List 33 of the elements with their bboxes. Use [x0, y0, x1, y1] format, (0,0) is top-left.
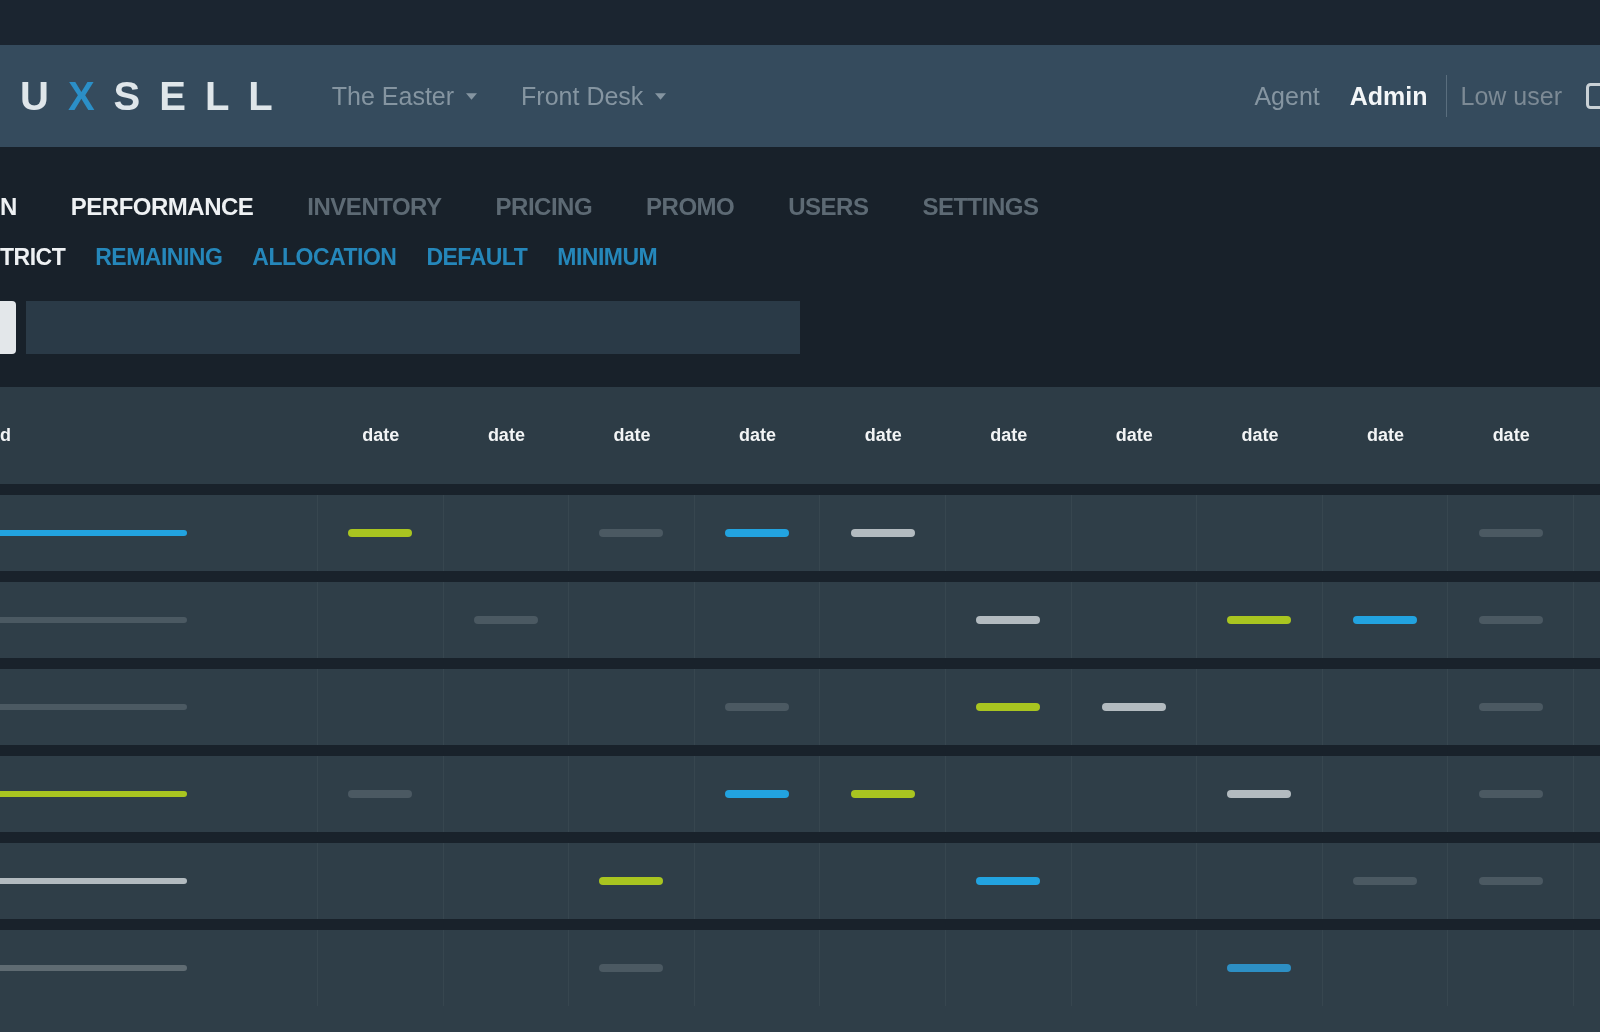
- nav-tab[interactable]: INVENTORY: [307, 193, 442, 221]
- nav-tab[interactable]: SETTINGS: [922, 193, 1039, 221]
- column-header: date: [1115, 425, 1153, 446]
- column-header: date: [487, 425, 525, 446]
- role-tab[interactable]: Agent: [1254, 81, 1320, 111]
- subnav-tab[interactable]: ALLOCATION: [252, 243, 397, 271]
- column-header: date: [739, 425, 777, 446]
- column-header: date: [1241, 425, 1279, 446]
- caret-icon: [466, 92, 478, 100]
- nav-tab[interactable]: N: [0, 193, 17, 221]
- column-header: date: [990, 425, 1028, 446]
- search-field[interactable]: [26, 301, 800, 354]
- column-header: date: [1367, 425, 1405, 446]
- nav-tab[interactable]: PERFORMANCE: [70, 193, 254, 221]
- column-header: date: [362, 425, 400, 446]
- column-header: d: [0, 425, 11, 446]
- caret-icon: [655, 92, 667, 100]
- user-link[interactable]: Low user: [1460, 81, 1562, 111]
- subnav-tab[interactable]: DEFAULT: [426, 243, 528, 271]
- subnav-tab[interactable]: REMAINING: [95, 243, 223, 271]
- column-header: date: [864, 425, 902, 446]
- dropdown-button[interactable]: Front Desk: [521, 81, 667, 111]
- dropdown-button[interactable]: The Easter: [331, 81, 478, 111]
- column-header: date: [613, 425, 651, 446]
- nav-tab[interactable]: PROMO: [646, 193, 735, 221]
- side-button[interactable]: [0, 301, 16, 354]
- subnav-tab[interactable]: MINIMUM: [557, 243, 658, 271]
- subnav-tab[interactable]: TRICT: [0, 243, 66, 271]
- column-header: date: [1492, 425, 1530, 446]
- logo: U X SELL: [20, 73, 292, 119]
- role-tab[interactable]: Admin: [1349, 81, 1428, 111]
- nav-tab[interactable]: PRICING: [495, 193, 593, 221]
- nav-tab[interactable]: USERS: [788, 193, 869, 221]
